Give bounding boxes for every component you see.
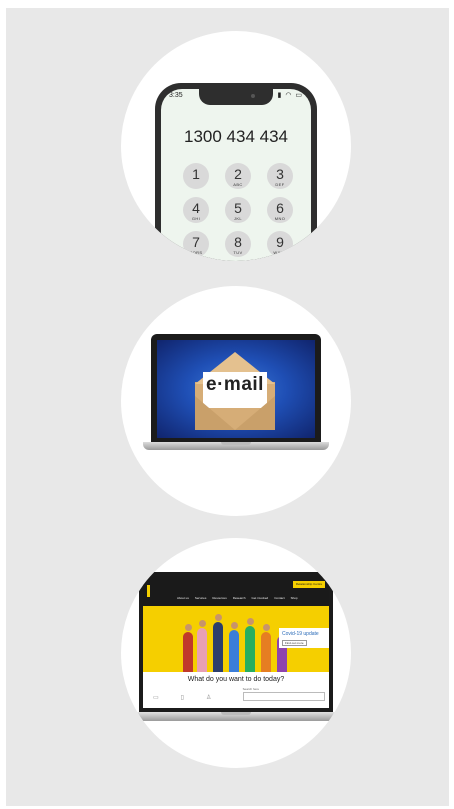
website-menu-item: Contact: [274, 596, 285, 600]
person-figure: [229, 630, 239, 672]
phone-illustration: 3:35 ▮ ◠ ▭ 1300 434 434 1 2 ABC 3 DEF 4 GHI…: [155, 83, 317, 261]
website-heading: What do you want to do today?: [187, 676, 285, 683]
email-laptop-screen: e·mail: [151, 334, 321, 442]
envelope-icon: e·mail: [195, 352, 275, 430]
key-7: 7 PQRS: [183, 231, 209, 257]
email-contact-circle: e·mail: [121, 286, 351, 516]
person-head: [247, 618, 254, 625]
website-header-button: Relationship Centre: [293, 581, 325, 588]
contact-options-panel: 3:35 ▮ ◠ ▭ 1300 434 434 1 2 ABC 3 DEF 4 GHI…: [6, 8, 449, 806]
person-icon: ♙: [205, 695, 212, 701]
key-8: 8 TUV: [225, 231, 251, 257]
phone-notch: [199, 89, 273, 105]
person-head: [215, 614, 222, 621]
website-display: Relationship Centre About us Services Reso…: [143, 576, 329, 708]
person-head: [231, 622, 238, 629]
website-search-label: Search here: [242, 687, 259, 691]
person-head: [263, 624, 270, 631]
document-icon: ▯: [180, 695, 184, 701]
website-menu-item: Services: [194, 596, 207, 600]
website-hero-banner: Covid-19 update Find out more: [143, 606, 329, 672]
website-logo: [147, 585, 158, 597]
key-4: 4 GHI: [183, 197, 209, 223]
website-menu-item: Get involved: [251, 596, 269, 600]
key-5: 5 JKL: [225, 197, 251, 223]
person-head: [185, 624, 192, 631]
key-3: 3 DEF: [267, 163, 293, 189]
covid-update-link: Find out more: [282, 640, 307, 646]
person-head: [199, 620, 206, 627]
key-6: 6 MNO: [267, 197, 293, 223]
website-menu-item: Research: [232, 596, 246, 600]
website-laptop-screen: Relationship Centre About us Services Reso…: [139, 572, 333, 712]
key-2: 2 ABC: [225, 163, 251, 189]
phone-contact-circle: 3:35 ▮ ◠ ▭ 1300 434 434 1 2 ABC 3 DEF 4 GHI…: [121, 31, 351, 261]
website-quick-icons: ▭ ▯ ♙: [153, 694, 233, 701]
chat-icon: ▭: [153, 695, 159, 701]
person-figure: [183, 632, 193, 672]
person-figure: [245, 626, 255, 672]
email-laptop-display: e·mail: [157, 340, 315, 438]
signal-wifi-battery-icon: ▮ ◠ ▭: [277, 92, 303, 99]
phone-screen: 3:35 ▮ ◠ ▭ 1300 434 434 1 2 ABC 3 DEF 4 GHI…: [161, 89, 311, 261]
website-nav-bar: Relationship Centre About us Services Reso…: [143, 576, 329, 606]
email-label: e·mail: [206, 374, 264, 395]
phone-status-time: 3:35: [169, 92, 183, 99]
website-contact-circle: Relationship Centre About us Services Reso…: [121, 538, 351, 768]
key-1: 1: [183, 163, 209, 189]
website-laptop-base: [121, 712, 351, 721]
person-figure: [197, 628, 207, 672]
website-menu-item: Resources: [212, 596, 227, 600]
phone-number: 1300 434 434: [184, 127, 288, 146]
website-menu-item: Shop: [290, 596, 298, 600]
email-laptop-base: [143, 442, 329, 450]
key-9: 9 WXYZ: [267, 231, 293, 257]
website-search-input: [243, 692, 325, 701]
person-figure: [213, 622, 223, 672]
website-menu: About us Services Resources Research Get inv…: [177, 596, 304, 600]
covid-update-card: Covid-19 update Find out more: [279, 628, 329, 648]
covid-update-title: Covid-19 update: [282, 631, 319, 637]
website-menu-item: About us: [177, 596, 189, 600]
person-figure: [261, 632, 271, 672]
